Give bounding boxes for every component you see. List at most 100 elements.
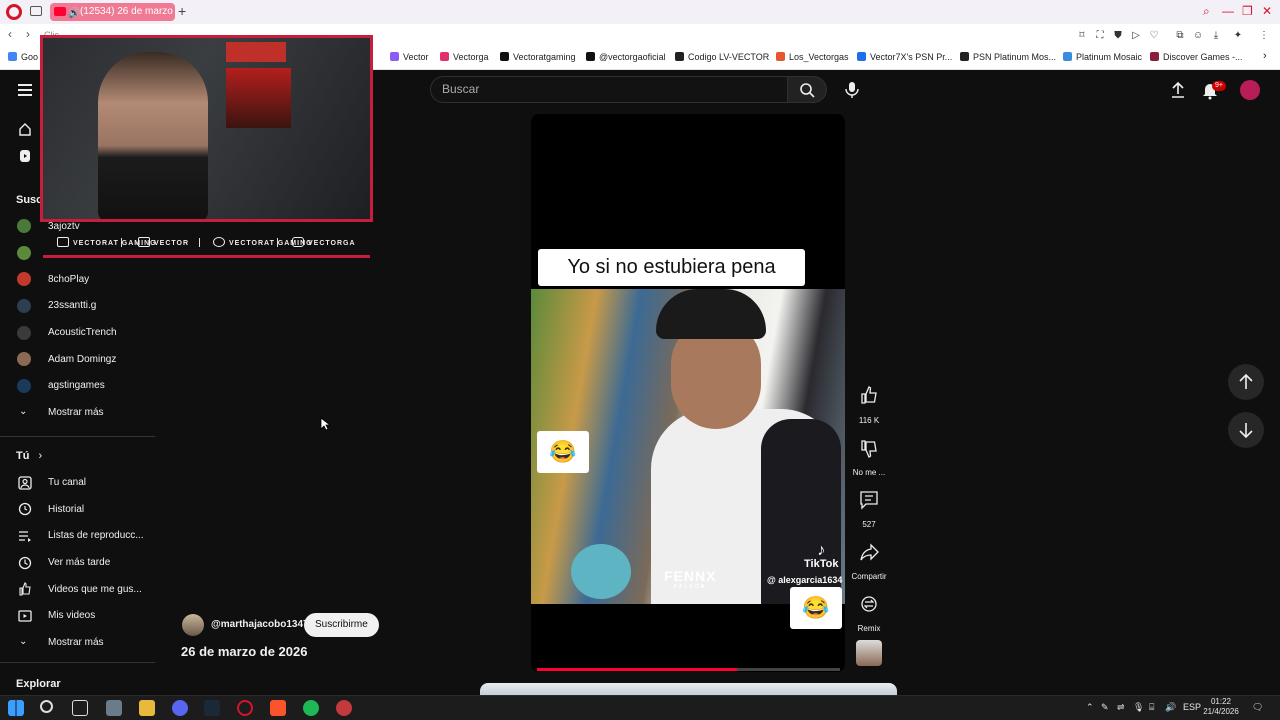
chevron-up-icon[interactable]: ⌃ — [1086, 702, 1094, 713]
heart-icon[interactable]: ♡ — [1148, 30, 1160, 42]
microphone-icon[interactable]: 🎙 — [1133, 702, 1144, 713]
file-explorer-icon[interactable] — [139, 700, 155, 716]
snapshot-icon[interactable]: ⛶ — [1094, 30, 1106, 42]
spotify-icon[interactable] — [303, 700, 319, 716]
task-view-icon[interactable] — [72, 700, 88, 716]
sidebar-item-history[interactable]: Historial — [48, 504, 84, 515]
system-clock[interactable]: 01:22 21/4/2026 — [1203, 697, 1239, 717]
sidebar-item-liked-videos[interactable]: Videos que me gus... — [48, 584, 142, 595]
like-count: 116 K — [858, 416, 880, 425]
next-short-preview[interactable] — [480, 683, 897, 695]
forward-icon[interactable]: › — [26, 27, 30, 41]
bookmark-item[interactable]: Vector — [390, 52, 429, 62]
sidebar-item-playlists[interactable]: Listas de reproducc... — [48, 530, 144, 541]
minimize-button[interactable]: — — [1222, 4, 1234, 18]
sidebar-item-subscription[interactable]: 23ssantti.g — [48, 300, 96, 311]
sidebar-item-my-videos[interactable]: Mis videos — [48, 610, 95, 621]
home-icon[interactable] — [18, 122, 32, 136]
sidebar-item-subscription[interactable]: AcousticTrench — [48, 327, 117, 338]
bookmarks-overflow-icon[interactable]: › — [1263, 50, 1267, 62]
menu-dots-icon[interactable]: ⋮ — [1258, 30, 1270, 42]
sound-thumbnail[interactable] — [856, 640, 882, 666]
like-icon[interactable] — [858, 384, 880, 406]
opera-logo-icon[interactable] — [6, 4, 22, 20]
bookmark-icon[interactable]: ⌑ — [1076, 30, 1088, 42]
new-tab-button[interactable]: + — [178, 3, 186, 19]
bookmark-item[interactable]: Los_Vectorgas — [776, 52, 849, 62]
sidebar-item-subscription[interactable]: 3ajoztv — [48, 221, 80, 232]
discord-icon[interactable] — [172, 700, 188, 716]
bookmark-item[interactable]: Vectorga — [440, 52, 489, 62]
sidebar-item-your-channel[interactable]: Tu canal — [48, 477, 86, 488]
network-icon[interactable]: ⌸ — [1149, 702, 1154, 713]
steam-icon[interactable] — [204, 700, 220, 716]
brave-icon[interactable] — [270, 700, 286, 716]
create-button[interactable] — [1168, 80, 1188, 100]
play-icon[interactable]: ▷ — [1130, 30, 1142, 42]
share-icon[interactable] — [858, 541, 880, 563]
comments-icon[interactable] — [858, 489, 880, 511]
bookmark-item[interactable]: @vectorgaoficial — [586, 52, 666, 62]
thumbs-up-icon — [19, 582, 31, 596]
bookmark-item[interactable]: Platinum Mosaic — [1063, 52, 1142, 62]
search-input[interactable]: Buscar — [430, 76, 788, 103]
next-short-button[interactable] — [1228, 412, 1264, 448]
search-icon[interactable] — [40, 700, 53, 713]
account-avatar[interactable] — [1240, 80, 1260, 100]
show-more-subscriptions[interactable]: Mostrar más — [48, 407, 104, 418]
show-more-you[interactable]: Mostrar más — [48, 637, 104, 648]
sidebar-item-subscription[interactable]: Adam Domingz — [48, 354, 116, 365]
clock-time: 01:22 — [1210, 697, 1232, 706]
subscribe-button[interactable]: Suscribirme — [304, 613, 379, 637]
voice-search-button[interactable] — [838, 76, 866, 103]
hamburger-menu-icon[interactable] — [18, 84, 32, 96]
channel-avatar[interactable] — [182, 614, 204, 636]
shorts-icon[interactable] — [18, 149, 32, 163]
previous-short-button[interactable] — [1228, 364, 1264, 400]
ai-icon[interactable]: ✦ — [1232, 30, 1244, 42]
search-tabs-icon[interactable]: ⌕ — [1203, 4, 1210, 19]
shield-icon[interactable]: ⛊ — [1112, 30, 1124, 42]
browser-tab-active[interactable]: 🔊 (12534) 26 de marzo d — [50, 3, 175, 21]
social-strip: VECTORAT GAMING VECTOR VECTORAT GAMING V… — [43, 232, 370, 258]
start-menu-icon[interactable] — [8, 700, 24, 716]
bookmark-item[interactable]: Vector7X's PSN Pr... — [857, 52, 952, 62]
subscriptions-heading[interactable]: Susc — [16, 194, 42, 206]
account-icon[interactable]: ☺ — [1192, 30, 1204, 42]
sidebar-item-subscription[interactable]: agstingames — [48, 380, 105, 391]
channel-avatar — [17, 219, 31, 233]
usb-icon[interactable]: ⇌ — [1117, 702, 1125, 713]
video-caption: Yo si no estubiera pena — [538, 249, 805, 286]
speaker-icon[interactable]: 🔊 — [68, 5, 80, 21]
download-icon[interactable]: ⤓ — [1210, 30, 1222, 42]
mouse-cursor-icon — [320, 417, 330, 431]
bookmark-item[interactable]: Discover Games -... — [1150, 52, 1243, 62]
maximize-button[interactable]: ❐ — [1242, 4, 1253, 18]
back-icon[interactable]: ‹ — [8, 27, 12, 41]
search-button[interactable] — [787, 76, 827, 103]
arcade-cabinet — [226, 68, 291, 128]
sidebar-item-subscription[interactable]: 8choPlay — [48, 274, 89, 285]
remix-icon[interactable] — [858, 593, 880, 615]
dislike-icon[interactable] — [858, 437, 880, 459]
app-icon[interactable] — [106, 700, 122, 716]
notification-center-icon[interactable]: 🗨 — [1252, 702, 1263, 713]
bookmark-item[interactable]: Vectoratgaming — [500, 52, 576, 62]
remix-label: Remix — [857, 624, 881, 633]
workspaces-icon[interactable] — [30, 6, 42, 16]
channel-handle[interactable]: @marthajacobo1347 — [211, 619, 309, 630]
bookmark-google[interactable]: Goo — [8, 52, 38, 62]
history-icon — [18, 502, 32, 516]
volume-icon[interactable]: 🔊 — [1165, 702, 1176, 713]
sidebar-item-watch-later[interactable]: Ver más tarde — [48, 557, 110, 568]
you-heading[interactable]: Tú › — [16, 450, 42, 462]
opera-icon[interactable] — [237, 700, 253, 716]
extensions-icon[interactable]: ⧉ — [1174, 30, 1186, 42]
close-window-button[interactable]: ✕ — [1262, 4, 1272, 18]
obs-icon[interactable] — [336, 700, 352, 716]
bookmark-item[interactable]: Codigo LV-VECTOR — [675, 52, 769, 62]
cap — [656, 289, 766, 339]
pen-icon[interactable]: ✎ — [1101, 702, 1109, 713]
bookmark-item[interactable]: PSN Platinum Mos... — [960, 52, 1056, 62]
language-indicator[interactable]: ESP — [1183, 702, 1201, 712]
